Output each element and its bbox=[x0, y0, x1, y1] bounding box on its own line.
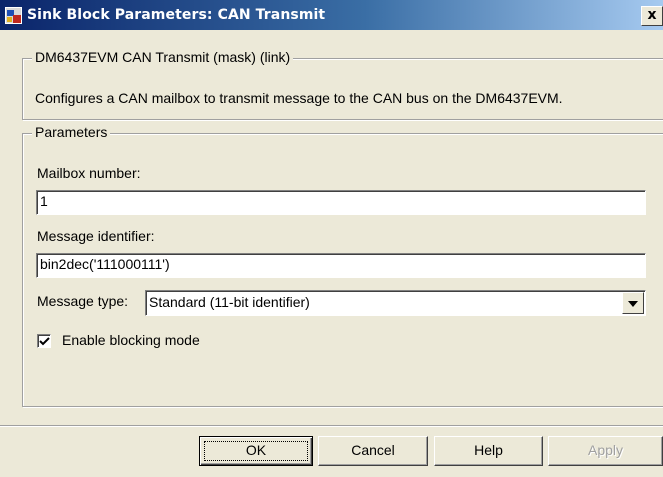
description-group-legend: DM6437EVM CAN Transmit (mask) (link) bbox=[32, 49, 294, 65]
enable-blocking-checkbox[interactable] bbox=[37, 334, 51, 348]
mailbox-number-input[interactable]: 1 bbox=[36, 190, 646, 215]
enable-blocking-label[interactable]: Enable blocking mode bbox=[62, 332, 200, 348]
simulink-block-icon bbox=[5, 7, 22, 24]
title-bar[interactable]: Sink Block Parameters: CAN Transmit x bbox=[0, 0, 663, 30]
message-type-label: Message type: bbox=[37, 293, 129, 309]
ok-button[interactable]: OK bbox=[199, 436, 313, 466]
parameters-group-legend: Parameters bbox=[32, 124, 111, 140]
window-title: Sink Block Parameters: CAN Transmit bbox=[27, 7, 326, 23]
block-description: Configures a CAN mailbox to transmit mes… bbox=[35, 90, 563, 106]
mailbox-number-label: Mailbox number: bbox=[37, 165, 141, 181]
help-button-label: Help bbox=[474, 442, 503, 458]
checkmark-icon bbox=[39, 337, 50, 346]
apply-button-label: Apply bbox=[587, 442, 624, 458]
message-type-value: Standard (11-bit identifier) bbox=[149, 294, 310, 310]
button-bar-divider bbox=[0, 425, 663, 427]
apply-button[interactable]: Apply bbox=[548, 436, 663, 466]
message-type-select[interactable]: Standard (11-bit identifier) bbox=[145, 290, 646, 316]
description-group bbox=[22, 58, 663, 120]
cancel-button[interactable]: Cancel bbox=[318, 436, 428, 466]
help-button[interactable]: Help bbox=[434, 436, 543, 466]
chevron-down-icon bbox=[628, 301, 638, 307]
dropdown-button[interactable] bbox=[622, 292, 644, 314]
message-identifier-label: Message identifier: bbox=[37, 228, 155, 244]
ok-button-label: OK bbox=[245, 442, 267, 458]
message-identifier-input[interactable]: bin2dec('111000111') bbox=[36, 253, 646, 278]
cancel-button-label: Cancel bbox=[351, 442, 395, 458]
close-icon[interactable]: x bbox=[641, 6, 663, 26]
